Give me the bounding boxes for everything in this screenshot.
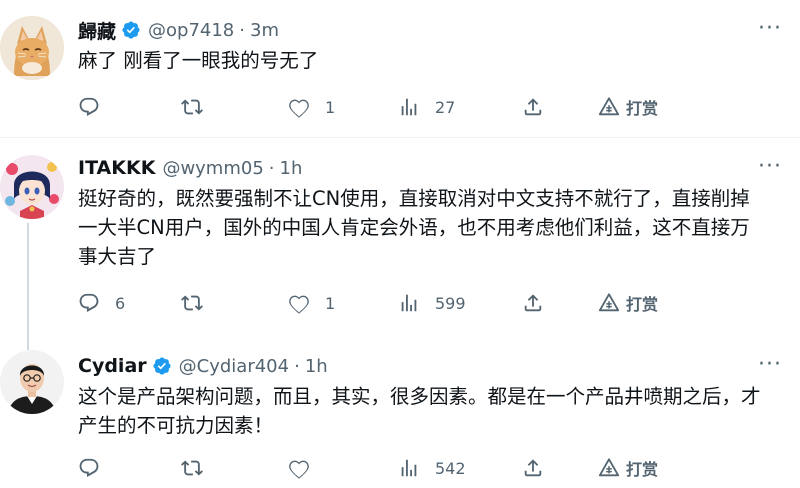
reply-icon (79, 293, 99, 313)
tip-button[interactable]: 打赏 (598, 454, 658, 482)
timestamp[interactable]: 1h (280, 158, 303, 179)
display-name[interactable]: Cydiar (78, 355, 147, 377)
tip-icon (598, 293, 620, 312)
tip-label: 打赏 (626, 460, 659, 479)
handle[interactable]: @Cydiar404 (179, 356, 289, 377)
display-name[interactable]: ITAKKK (78, 157, 155, 179)
tip-button[interactable]: 打赏 (598, 289, 658, 317)
reply-icon (79, 458, 99, 478)
handle[interactable]: @wymm05 (162, 158, 263, 179)
views-button[interactable]: 599 (398, 289, 466, 317)
tweet-text: 麻了 刚看了一眼我的号无了 (78, 49, 319, 72)
tweet-header: ITAKKK @wymm05 · 1h (78, 154, 302, 182)
views-count: 542 (435, 458, 466, 478)
tip-icon (598, 458, 620, 477)
retweet-icon (181, 99, 203, 115)
share-button[interactable] (522, 93, 544, 121)
like-count: 1 (325, 97, 336, 117)
thread-line (27, 223, 29, 350)
timestamp[interactable]: 1h (305, 356, 328, 377)
retweet-icon (181, 460, 203, 476)
reply-icon (79, 97, 99, 117)
like-button[interactable] (288, 454, 325, 482)
display-name[interactable]: 歸藏 (78, 17, 116, 44)
share-button[interactable] (522, 289, 544, 317)
views-icon (401, 459, 417, 477)
handle[interactable]: @op7418 (148, 20, 234, 41)
avatar-person[interactable] (0, 350, 64, 414)
tip-button[interactable]: 打赏 (598, 93, 658, 121)
like-count: 1 (325, 293, 336, 313)
views-count: 599 (435, 293, 466, 313)
tweet-text: 这个是产品架构问题，而且，其实，很多因素。都是在一个产品井喷期之后，才产生的不可… (78, 385, 761, 437)
action-bar: 6 1 599 打赏 (78, 289, 778, 317)
tip-label: 打赏 (626, 99, 659, 118)
tweet-2[interactable]: ITAKKK @wymm05 · 1h ··· 挺好奇的，既然要强制不让CN使用… (0, 138, 800, 350)
views-count: 27 (435, 97, 456, 117)
retweet-icon (181, 295, 203, 311)
anime-avatar-icon (0, 155, 64, 219)
more-icon[interactable]: ··· (758, 154, 782, 179)
reply-count: 6 (115, 293, 126, 313)
person-avatar-icon (0, 350, 64, 414)
avatar-cat[interactable] (0, 16, 64, 80)
share-button[interactable] (522, 454, 544, 482)
action-bar: 1 27 打赏 (78, 93, 778, 121)
tip-label: 打赏 (626, 295, 659, 314)
tweet-1[interactable]: 歸藏 @op7418 · 3m ··· 麻了 刚看了一眼我的号无了 1 27 打… (0, 0, 800, 137)
like-button[interactable]: 1 (288, 289, 335, 317)
more-icon[interactable]: ··· (758, 352, 782, 377)
retweet-button[interactable] (181, 454, 203, 482)
like-button[interactable]: 1 (288, 93, 335, 121)
reply-button[interactable] (78, 454, 115, 482)
like-icon (289, 99, 309, 118)
separator-dot: · (268, 157, 275, 179)
share-icon (524, 459, 542, 477)
views-icon (401, 98, 417, 116)
separator-dot: · (239, 19, 245, 41)
timestamp[interactable]: 3m (250, 20, 279, 41)
views-icon (401, 294, 417, 312)
tweet-text: 挺好奇的，既然要强制不让CN使用，直接取消对中文支持不就行了，直接削掉一大半CN… (78, 187, 750, 268)
like-icon (289, 295, 309, 314)
tweet-header: Cydiar @Cydiar404 · 1h (78, 352, 328, 380)
reply-button[interactable]: 6 (78, 289, 125, 317)
like-icon (289, 460, 309, 479)
separator-dot: · (294, 355, 300, 377)
views-button[interactable]: 542 (398, 454, 466, 482)
more-icon[interactable]: ··· (758, 16, 782, 41)
share-icon (524, 294, 542, 312)
avatar-anime[interactable] (0, 155, 64, 219)
retweet-button[interactable] (181, 93, 203, 121)
retweet-button[interactable] (181, 289, 203, 317)
share-icon (524, 98, 542, 116)
tweet-header: 歸藏 @op7418 · 3m (78, 16, 279, 44)
views-button[interactable]: 27 (398, 93, 455, 121)
cat-avatar-icon (0, 16, 64, 80)
action-bar: 542 打赏 (78, 454, 778, 482)
tip-icon (598, 97, 620, 116)
verified-badge-icon (122, 21, 140, 39)
verified-badge-icon (153, 357, 171, 375)
tweet-3[interactable]: Cydiar @Cydiar404 · 1h ··· 这个是产品架构问题，而且，… (0, 350, 800, 488)
reply-button[interactable] (78, 93, 115, 121)
